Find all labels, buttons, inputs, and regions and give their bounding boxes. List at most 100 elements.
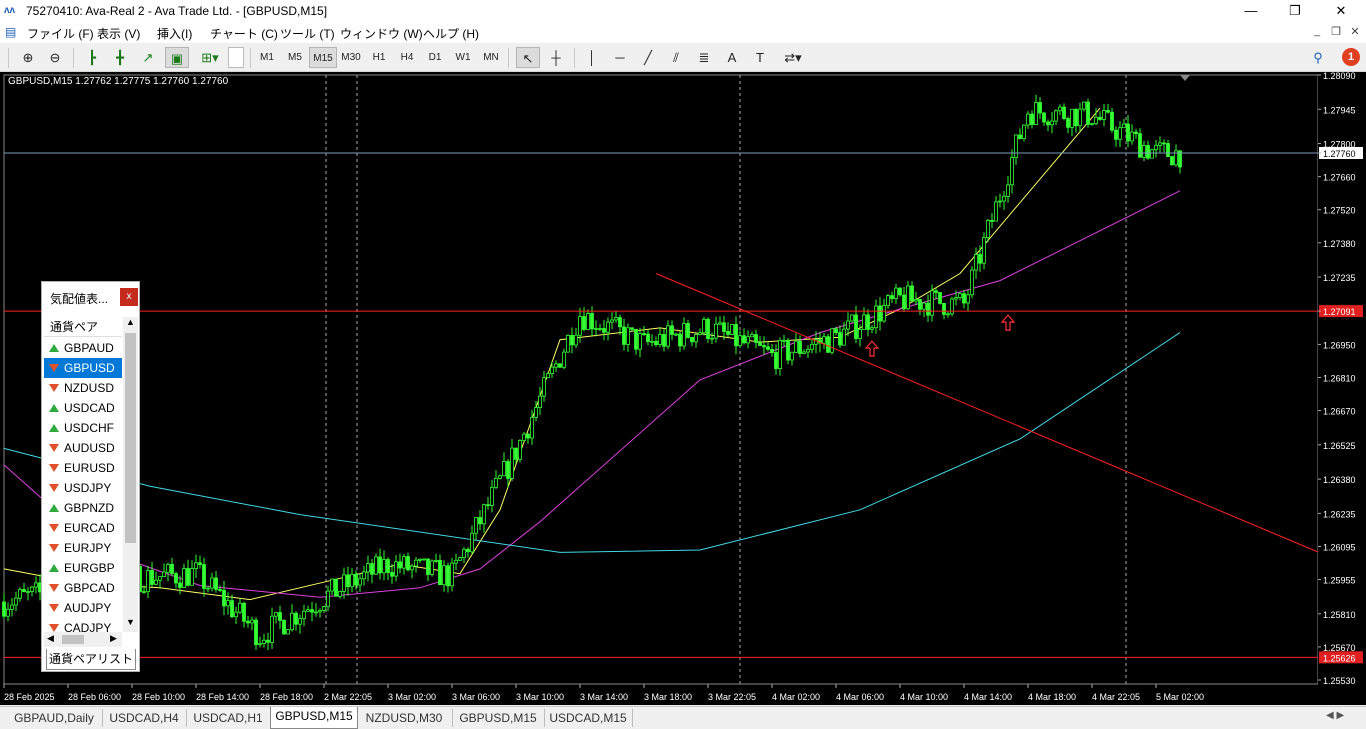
scroll-up-icon[interactable]: ▲ — [123, 317, 138, 331]
list-item[interactable]: USDJPY — [44, 478, 122, 498]
chart-tab[interactable]: GBPUSD,M15 — [452, 709, 545, 727]
candle-body — [770, 348, 774, 353]
market-watch-close-button[interactable]: x — [120, 288, 138, 306]
menu-help[interactable]: ヘルプ (H) — [423, 25, 479, 42]
list-item[interactable]: USDCHF — [44, 418, 122, 438]
symbol-label: EURCAD — [64, 521, 115, 535]
timeframe-m15[interactable]: M15 — [309, 47, 337, 68]
crosshair-icon[interactable]: ┼ — [544, 47, 568, 68]
list-item[interactable]: GBPNZD — [44, 498, 122, 518]
scroll-down-icon[interactable]: ▼ — [123, 617, 138, 631]
restore-button[interactable]: ❐ — [1272, 0, 1318, 22]
mdi-minimize-button[interactable]: _ — [1308, 25, 1326, 40]
notification-badge[interactable]: 1 — [1342, 48, 1360, 66]
candle-body — [922, 302, 926, 310]
equidistant-channel-icon[interactable]: ⫽ — [664, 47, 688, 68]
list-item[interactable]: EURGBP — [44, 558, 122, 578]
minimize-button[interactable]: — — [1228, 0, 1274, 22]
menu-window[interactable]: ウィンドウ (W) — [340, 25, 423, 42]
menu-chart[interactable]: チャート (C) — [210, 25, 278, 42]
vertical-scrollbar[interactable]: ▲ ▼ — [123, 317, 138, 632]
scroll-left-icon[interactable]: ◀ — [47, 633, 54, 644]
zoom-in-icon[interactable]: ⊕ — [16, 47, 40, 68]
horizontal-line-icon[interactable]: ─ — [608, 47, 632, 68]
timeframe-h1[interactable]: H1 — [365, 47, 393, 68]
line-chart-icon[interactable]: ↗ — [136, 47, 160, 68]
candle-body — [282, 620, 286, 635]
list-item[interactable]: GBPUSD — [44, 358, 122, 378]
cursor-icon[interactable]: ↖ — [516, 47, 540, 68]
close-button[interactable]: ✕ — [1318, 0, 1364, 22]
chart-tab[interactable]: USDCAD,H1 — [186, 709, 271, 727]
candle-body — [754, 334, 758, 343]
scroll-right-icon[interactable]: ▶ — [110, 633, 117, 644]
chart-tab[interactable]: USDCAD,H4 — [102, 709, 187, 727]
zoom-out-icon[interactable]: ⊖ — [43, 47, 67, 68]
mdi-restore-button[interactable]: ❐ — [1327, 25, 1345, 40]
tab-scroll-icon[interactable]: ◀ ▶ — [1326, 710, 1344, 721]
horizontal-scrollbar[interactable]: ◀ ▶ — [44, 632, 122, 647]
price-tick-label: 1.26670 — [1323, 407, 1356, 417]
market-watch-titlebar[interactable]: 気配値表... x — [42, 282, 139, 312]
candle-body — [1126, 123, 1130, 142]
list-item[interactable]: GBPCAD — [44, 578, 122, 598]
list-item[interactable]: NZDUSD — [44, 378, 122, 398]
timeframe-h4[interactable]: H4 — [393, 47, 421, 68]
menu-view[interactable]: 表示 (V) — [97, 25, 140, 42]
bar-chart-icon[interactable]: ┣ — [80, 47, 104, 68]
chart-tab[interactable]: USDCAD,M15 — [544, 709, 633, 727]
timeframe-d1[interactable]: D1 — [421, 47, 449, 68]
mdi-close-button[interactable]: ✕ — [1346, 25, 1364, 40]
document-icon[interactable]: ▤ — [5, 25, 16, 39]
menu-file[interactable]: ファイル (F) — [27, 25, 94, 42]
text-icon[interactable]: A — [720, 47, 744, 68]
vertical-line-icon[interactable]: │ — [580, 47, 604, 68]
candle-body — [1026, 113, 1030, 126]
candle-body — [242, 602, 246, 622]
timeframe-m5[interactable]: M5 — [281, 47, 309, 68]
candle-body — [666, 325, 670, 347]
time-tick-label: 28 Feb 14:00 — [196, 692, 249, 702]
symbol-label: USDCHF — [64, 421, 114, 435]
indicators-dropdown-icon[interactable]: ⊞▾ — [194, 47, 226, 68]
column-header-symbol[interactable]: 通貨ペア — [44, 317, 122, 337]
candle-body — [26, 591, 30, 593]
candlestick-chart-icon[interactable]: ╋ — [108, 47, 132, 68]
scroll-thumb[interactable] — [125, 333, 136, 543]
menu-insert[interactable]: 挿入(I) — [157, 25, 192, 42]
candle-body — [202, 564, 206, 589]
candle-body — [1146, 145, 1150, 159]
time-tick-label: 4 Mar 14:00 — [964, 692, 1012, 702]
list-item[interactable]: AUDJPY — [44, 598, 122, 618]
menu-tools[interactable]: ツール (T) — [280, 25, 335, 42]
chart-tab[interactable]: GBPUSD,M15 — [270, 707, 358, 729]
candle-body — [238, 602, 242, 613]
timeframe-m1[interactable]: M1 — [253, 47, 281, 68]
search-icon[interactable]: ⚲ — [1306, 47, 1330, 68]
list-item[interactable]: EURUSD — [44, 458, 122, 478]
price-tick-label: 1.28090 — [1323, 72, 1356, 81]
trendline-icon[interactable]: ╱ — [636, 47, 660, 68]
fibonacci-icon[interactable]: ≣ — [692, 47, 716, 68]
tab-symbols[interactable]: 通貨ペアリスト — [46, 649, 136, 670]
candle-body — [438, 559, 442, 586]
list-item[interactable]: AUDUSD — [44, 438, 122, 458]
list-item[interactable]: EURJPY — [44, 538, 122, 558]
chart-tab[interactable]: NZDUSD,M30 — [356, 709, 453, 727]
blank-button[interactable] — [228, 47, 244, 68]
scroll-thumb-horizontal[interactable] — [62, 635, 84, 644]
text-label-icon[interactable]: T — [748, 47, 772, 68]
price-chart[interactable]: 1.280901.279451.278001.277601.276601.275… — [0, 72, 1366, 705]
timeframe-m30[interactable]: M30 — [337, 47, 365, 68]
arrows-dropdown-icon[interactable]: ⇄▾ — [778, 47, 808, 68]
chart-area[interactable]: 1.28090 1.27945 1.27800 1.27760 1.27660 1.275… — [0, 72, 1366, 705]
chart-tab[interactable]: GBPAUD,Daily — [6, 709, 103, 727]
candle-body — [342, 574, 346, 592]
timeframe-w1[interactable]: W1 — [449, 47, 477, 68]
timeframe-mn[interactable]: MN — [477, 47, 505, 68]
list-item[interactable]: EURCAD — [44, 518, 122, 538]
candle-body — [1102, 110, 1106, 120]
list-item[interactable]: USDCAD — [44, 398, 122, 418]
list-item[interactable]: GBPAUD — [44, 338, 122, 358]
autoscroll-icon[interactable]: ▣ — [165, 47, 189, 68]
